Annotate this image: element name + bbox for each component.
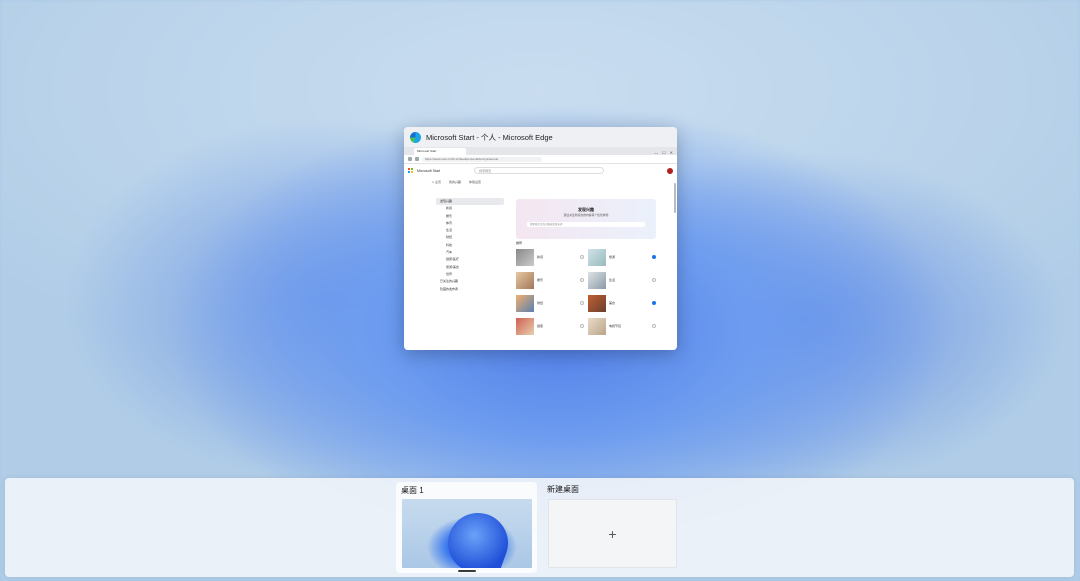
site-name: Microsoft Start: [417, 168, 441, 173]
address-bar: https://www.msn.cn/zh-cn/feed/personaliz…: [404, 155, 677, 164]
breadcrumb-item: 体验设置: [469, 180, 482, 184]
back-icon: [408, 157, 412, 161]
minimize-icon: —: [654, 150, 659, 155]
url-field: https://www.msn.cn/zh-cn/feed/personaliz…: [422, 156, 542, 162]
close-icon: ✕: [669, 150, 673, 155]
interest-nav: 发现兴趣 新闻 娱乐 体育 生活 财经 科技 汽车 健康/医疗 旅游/美食 世界…: [436, 198, 504, 293]
interest-cards: 新闻 旅游 娱乐 生活 财经 美食 健康 电视节目: [516, 247, 656, 336]
browser-tabbar: Microsoft Start — ☐ ✕: [404, 147, 677, 155]
nav-item: 新闻: [446, 206, 453, 211]
refresh-icon: [415, 157, 419, 161]
site-search: 搜索网页: [474, 167, 605, 174]
browser-tab: Microsoft Start: [414, 148, 466, 155]
nav-item: 发现兴趣: [436, 198, 504, 206]
microsoft-logo-icon: [408, 168, 413, 173]
window-controls: — ☐ ✕: [654, 150, 677, 155]
maximize-icon: ☐: [662, 150, 666, 155]
nav-item: 娱乐: [446, 213, 453, 218]
discover-panel: 发现兴趣 通过关注你喜欢的内容来个性化体验 搜索要关注的兴趣或者发布者: [516, 199, 656, 239]
interest-card: 新闻: [516, 247, 584, 267]
interest-card: 健康: [516, 316, 584, 336]
edge-window-preview[interactable]: Microsoft Start - 个人 - Microsoft Edge Mi…: [404, 127, 677, 350]
nav-item: 汽车: [446, 250, 453, 255]
nav-item: 世界: [446, 271, 453, 276]
interest-card: 财经: [516, 293, 584, 313]
breadcrumb: ∞ 主页 我的兴趣 体验设置: [404, 177, 677, 187]
interest-card: 美食: [588, 293, 656, 313]
edge-icon: [410, 131, 421, 143]
window-title: Microsoft Start - 个人 - Microsoft Edge: [426, 132, 553, 142]
active-desktop-indicator: [458, 570, 476, 572]
nav-item: 健康/医疗: [446, 257, 459, 262]
nav-item: 隐藏的发布者: [440, 286, 459, 291]
desktop-1-label: 桌面 1: [401, 486, 424, 495]
nav-item: 旅游/美食: [446, 264, 459, 269]
new-desktop-label: 新建桌面: [547, 485, 579, 494]
breadcrumb-item: ∞ 主页: [432, 180, 441, 184]
nav-item: 已关注的兴趣: [440, 279, 459, 284]
window-titlebar[interactable]: Microsoft Start - 个人 - Microsoft Edge: [404, 127, 677, 147]
panel-subtitle: 通过关注你喜欢的内容来个性化体验: [563, 213, 609, 217]
site-header: Microsoft Start 搜索网页: [404, 164, 677, 177]
nav-item: 财经: [446, 235, 453, 240]
window-content-thumbnail: Microsoft Start — ☐ ✕ https://www.msn.cn…: [404, 147, 677, 350]
nav-item: 体育: [446, 220, 453, 225]
interest-card: 旅游: [588, 247, 656, 267]
new-desktop-button[interactable]: +: [548, 499, 677, 568]
interest-card: 电视节目: [588, 316, 656, 336]
breadcrumb-item: 我的兴趣: [448, 180, 461, 184]
desktop-1-thumbnail[interactable]: [402, 499, 532, 568]
panel-search: 搜索要关注的兴趣或者发布者: [527, 222, 645, 227]
avatar: [667, 167, 673, 174]
scrollbar: [674, 183, 676, 213]
section-label: 推荐: [516, 241, 523, 245]
interest-card: 娱乐: [516, 270, 584, 290]
plus-icon: +: [608, 525, 617, 542]
interest-card: 生活: [588, 270, 656, 290]
desktops-bar: [5, 478, 1074, 577]
wallpaper-bloom: [439, 504, 517, 568]
nav-item: 生活: [446, 228, 453, 233]
nav-item: 科技: [446, 242, 453, 247]
